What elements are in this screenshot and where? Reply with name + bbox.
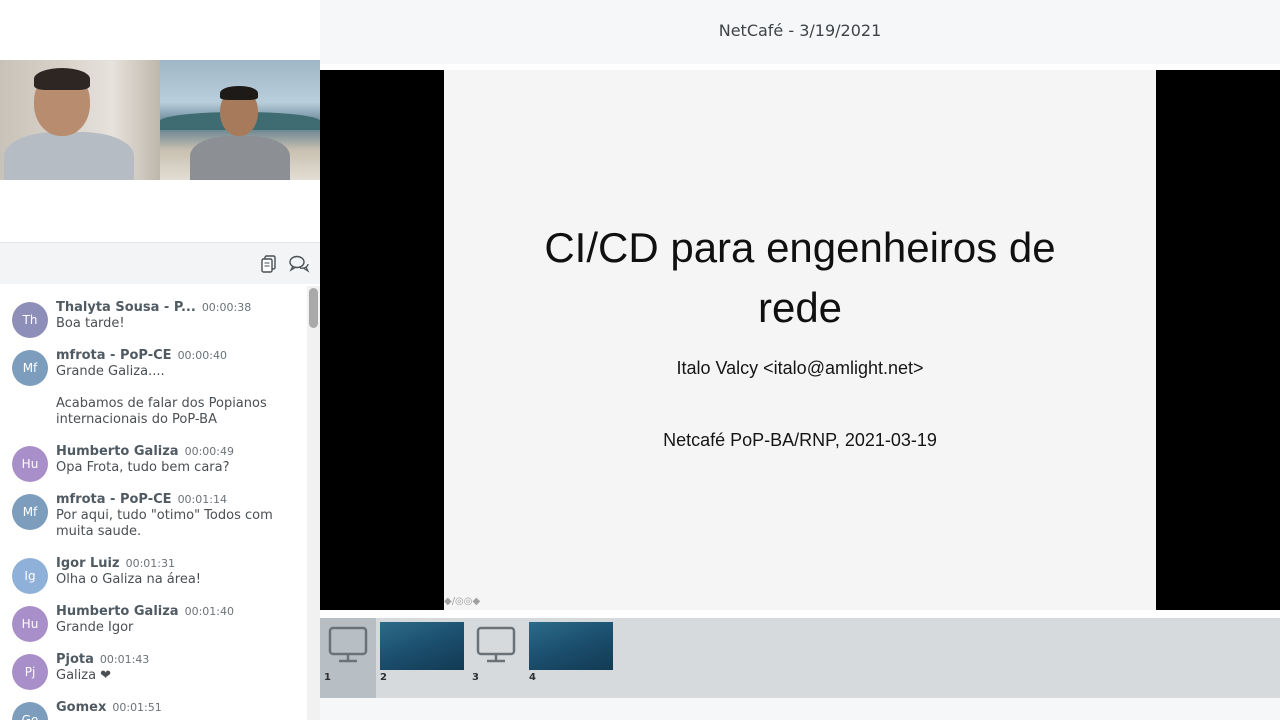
chat-message-continuation: Acabamos de falar dos Popianos internaci… xyxy=(0,396,306,428)
avatar: Mf xyxy=(12,494,48,530)
monitor-icon xyxy=(476,626,516,663)
sender-name: Pjota xyxy=(56,652,94,667)
presentation-stage: CI/CD para engenheiros de rede Italo Val… xyxy=(320,70,1280,610)
chat-message: Ig Igor Luiz 00:01:31 Olha o Galiza na ár… xyxy=(0,552,306,594)
thumbnail-number: 3 xyxy=(472,672,479,683)
sender-name: Igor Luiz xyxy=(56,556,120,571)
chat-message: Th Thalyta Sousa - P... 00:00:38 Boa tard… xyxy=(0,296,306,338)
app-root: Th Thalyta Sousa - P... 00:00:38 Boa tard… xyxy=(0,0,1280,720)
slide-tools[interactable]: ◆/◎◎◆ xyxy=(444,596,480,607)
avatar: Hu xyxy=(12,606,48,642)
chat-message-list: Th Thalyta Sousa - P... 00:00:38 Boa tard… xyxy=(0,286,306,720)
message-text: Acabamos de falar dos Popianos internaci… xyxy=(56,396,267,427)
slide-title-line-2: rede xyxy=(757,284,843,331)
message-text: Opa Frota, tudo bem cara? xyxy=(56,460,230,475)
message-text: Olha o Galiza na área! xyxy=(56,572,201,587)
webcam-participant-2[interactable] xyxy=(160,60,320,180)
message-time: 00:01:43 xyxy=(99,653,150,666)
chat-message: Hu Humberto Galiza 00:00:49 Opa Frota, tu… xyxy=(0,440,306,482)
chat-scrollbar[interactable] xyxy=(307,286,320,720)
slide-thumbnail-image xyxy=(529,622,613,670)
thumbnail-3[interactable]: 3 xyxy=(468,618,524,698)
left-panel: Th Thalyta Sousa - P... 00:00:38 Boa tard… xyxy=(0,0,320,720)
sender-name: Thalyta Sousa - P... xyxy=(56,300,196,315)
message-time: 00:01:51 xyxy=(112,701,162,714)
chat-message-header: Thalyta Sousa - P... 00:00:38 xyxy=(56,296,306,316)
avatar: Th xyxy=(12,302,48,338)
current-slide: CI/CD para engenheiros de rede Italo Val… xyxy=(444,70,1156,610)
message-time: 00:01:14 xyxy=(177,493,227,506)
chat-header xyxy=(0,242,320,284)
participant-2-hair xyxy=(220,86,258,100)
message-text: Galiza ❤ xyxy=(56,668,112,683)
slide-thumbnail-image xyxy=(380,622,464,670)
thumbnail-number: 2 xyxy=(380,672,387,683)
message-time: 00:01:40 xyxy=(184,605,234,618)
webcam-strip xyxy=(0,60,320,180)
message-time: 00:01:31 xyxy=(125,557,175,570)
participant-1-body xyxy=(4,132,134,180)
sender-name: Humberto Galiza xyxy=(56,444,179,459)
bottom-strip xyxy=(320,698,1280,720)
chat-bubbles-icon[interactable] xyxy=(288,253,310,275)
slide-title: CI/CD para engenheiros de rede xyxy=(444,218,1156,338)
thumbnail-1[interactable]: 1 xyxy=(320,618,376,698)
message-text: Boa tarde! xyxy=(56,316,125,331)
message-text: Grande Galiza.... xyxy=(56,364,165,379)
chat-message: Pj Pjota 00:01:43 Galiza ❤ xyxy=(0,648,306,690)
avatar: Hu xyxy=(12,446,48,482)
chat-message: Mf mfrota - PoP-CE 00:00:40 Grande Galiza… xyxy=(0,344,306,386)
slide-title-line-1: CI/CD para engenheiros de xyxy=(544,224,1056,271)
chat-message-header: Igor Luiz 00:01:31 xyxy=(56,552,306,572)
participant-2-body xyxy=(190,136,290,180)
webcam-participant-1[interactable] xyxy=(0,60,160,180)
sender-name: Gomex xyxy=(56,700,107,715)
chat-message-header: mfrota - PoP-CE 00:01:14 xyxy=(56,488,306,508)
sender-name: mfrota - PoP-CE xyxy=(56,492,172,507)
chat-message: Mf mfrota - PoP-CE 00:01:14 Por aqui, tud… xyxy=(0,488,306,540)
avatar: Go xyxy=(12,702,48,720)
participant-1-hair xyxy=(34,68,90,90)
message-time: 00:00:38 xyxy=(201,301,252,314)
sender-name: Humberto Galiza xyxy=(56,604,179,619)
chat-scroll-thumb[interactable] xyxy=(309,288,318,328)
message-time: 00:00:40 xyxy=(177,349,227,362)
chat-message-header: Pjota 00:01:43 xyxy=(56,648,306,668)
chat-message-header: Humberto Galiza 00:01:40 xyxy=(56,600,306,620)
message-time: 00:00:49 xyxy=(184,445,234,458)
avatar: Mf xyxy=(12,350,48,386)
thumbnail-number: 1 xyxy=(324,672,331,683)
chat-message-header: Gomex 00:01:51 xyxy=(56,696,306,716)
sender-name: mfrota - PoP-CE xyxy=(56,348,172,363)
chat-message-header: Humberto Galiza 00:00:49 xyxy=(56,440,306,460)
chat-message-header: mfrota - PoP-CE 00:00:40 xyxy=(56,344,306,364)
thumbnail-2[interactable]: 2 xyxy=(376,618,466,698)
message-text: Por aqui, tudo "otimo" Todos com muita s… xyxy=(56,508,273,539)
avatar: Pj xyxy=(12,654,48,690)
slide-event: Netcafé PoP-BA/RNP, 2021-03-19 xyxy=(663,430,937,450)
window-title: NetCafé - 3/19/2021 xyxy=(320,0,1280,64)
message-text: Grande Igor xyxy=(56,620,134,635)
slide-author: Italo Valcy <italo@amlight.net> xyxy=(676,358,924,378)
chat-message: Go Gomex 00:01:51 xyxy=(0,696,306,720)
copy-icon[interactable] xyxy=(258,253,280,275)
avatar: Ig xyxy=(12,558,48,594)
thumbnail-4[interactable]: 4 xyxy=(525,618,615,698)
monitor-icon xyxy=(328,626,368,663)
chat-message: Hu Humberto Galiza 00:01:40 Grande Igor xyxy=(0,600,306,642)
slide-thumbnail-strip: 1 2 3 4 xyxy=(320,618,1280,698)
thumbnail-number: 4 xyxy=(529,672,536,683)
